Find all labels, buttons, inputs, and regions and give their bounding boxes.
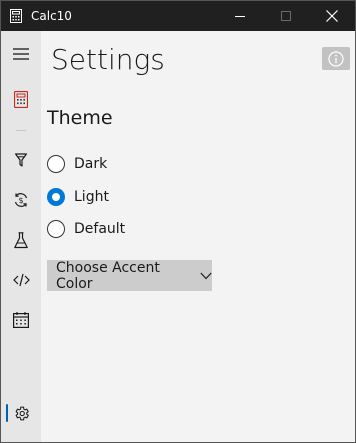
title-bar[interactable]: Calc10 (1, 1, 355, 31)
close-button[interactable] (309, 1, 355, 31)
info-button[interactable] (322, 47, 350, 70)
app-window: Calc10 $ Settings Theme Dark Light Defau… (0, 0, 356, 443)
radio-button-selected[interactable] (47, 188, 65, 206)
gear-icon (15, 406, 29, 420)
nav-item-programmer[interactable] (1, 260, 41, 300)
accent-button-label: Choose Accent Color (56, 259, 160, 292)
flask-icon (14, 231, 28, 248)
hamburger-menu-icon (13, 48, 29, 60)
info-icon (328, 50, 344, 67)
theme-option-dark[interactable]: Dark (47, 152, 197, 176)
app-icon (10, 9, 22, 23)
chevron-down-icon (200, 272, 212, 280)
svg-text:$: $ (18, 196, 23, 205)
nav-item-date[interactable] (1, 300, 41, 340)
nav-item-calculator[interactable] (1, 79, 41, 119)
radio-label: Light (74, 189, 109, 205)
radio-button[interactable] (47, 220, 65, 238)
radio-label: Dark (74, 156, 108, 172)
navigation-rail: $ (1, 31, 41, 442)
currency-convert-icon: $ (14, 193, 28, 207)
minimize-button[interactable] (217, 1, 263, 31)
calendar-icon (13, 312, 29, 328)
maximize-icon (281, 11, 291, 21)
nav-item-filter[interactable] (1, 140, 41, 180)
theme-option-light[interactable]: Light (47, 185, 197, 209)
nav-item-settings[interactable] (1, 393, 41, 433)
funnel-icon (15, 153, 27, 167)
theme-section-title: Theme (47, 107, 113, 129)
window-title: Calc10 (31, 9, 72, 23)
choose-accent-color-button[interactable]: Choose Accent Color (47, 259, 212, 292)
close-icon (326, 10, 338, 22)
rail-separator (16, 130, 26, 131)
theme-option-default[interactable]: Default (47, 217, 197, 241)
maximize-button[interactable] (263, 1, 309, 31)
code-icon (12, 273, 30, 287)
radio-label: Default (74, 221, 126, 237)
nav-item-currency[interactable]: $ (1, 180, 41, 220)
calculator-icon (14, 90, 28, 108)
radio-button[interactable] (47, 155, 65, 173)
minimize-icon (235, 16, 245, 17)
menu-toggle-button[interactable] (1, 34, 41, 74)
page-title: Settings (51, 43, 165, 76)
nav-item-science[interactable] (1, 220, 41, 260)
